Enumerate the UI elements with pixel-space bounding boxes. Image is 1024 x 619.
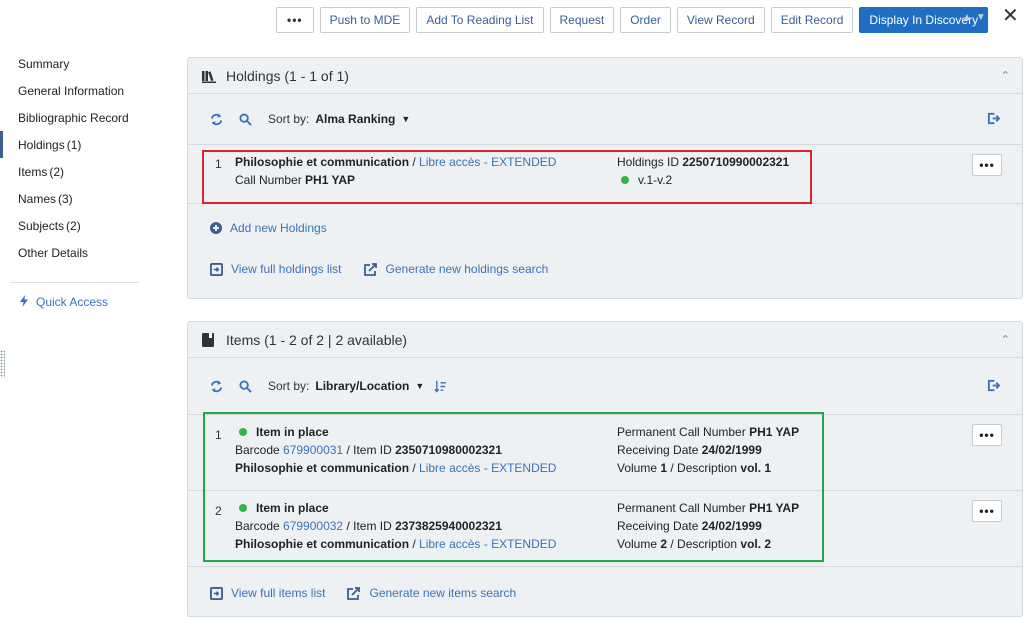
holdings-title: Holdings (1 - 1 of 1) — [226, 67, 349, 84]
sidebar-item-label: Other Details — [18, 245, 89, 260]
sidebar-item-label: Names — [18, 191, 57, 206]
sidebar-item-names[interactable]: Names (3) — [0, 185, 140, 212]
sort-order-icon[interactable] — [434, 380, 447, 393]
generate-items-search-link[interactable]: Generate new items search — [347, 586, 516, 600]
sidebar-item-items[interactable]: Items (2) — [0, 158, 140, 185]
search-icon[interactable] — [239, 379, 252, 393]
record-nav: ▲ ▼ — [962, 12, 986, 23]
quick-access-link[interactable]: Quick Access — [0, 293, 140, 311]
items-sortbar: Sort by: Library/Location ▼ — [188, 358, 1022, 414]
previous-record-icon[interactable]: ▲ — [962, 12, 972, 23]
export-icon[interactable] — [987, 379, 1001, 395]
add-new-holdings-link[interactable]: Add new Holdings — [210, 221, 327, 235]
view-record-button[interactable]: View Record — [676, 7, 765, 33]
sidebar-item-subjects[interactable]: Subjects (2) — [0, 212, 140, 239]
sidebar-item-holdings[interactable]: Holdings (1) — [0, 131, 140, 158]
collapse-icon[interactable]: ⌃ — [1001, 69, 1010, 82]
row-actions-button[interactable]: ••• — [972, 500, 1002, 522]
items-title: Items (1 - 2 of 2 | 2 available) — [226, 331, 408, 348]
library-books-icon — [202, 69, 216, 83]
view-full-items-link[interactable]: View full items list — [210, 586, 325, 600]
search-icon[interactable] — [239, 112, 252, 126]
sidebar-item-label: Holdings — [18, 137, 65, 152]
view-full-holdings-link[interactable]: View full holdings list — [210, 262, 342, 276]
generate-holdings-search-label: Generate new holdings search — [385, 262, 549, 276]
refresh-icon[interactable] — [210, 380, 223, 393]
sidebar-item-label: General Information — [18, 83, 125, 98]
edit-record-button[interactable]: Edit Record — [770, 7, 854, 33]
chevron-down-icon[interactable]: ▼ — [415, 381, 424, 391]
sidebar-item-label: Subjects — [18, 218, 65, 233]
items-footer: View full items list Generate new items … — [188, 566, 1022, 603]
items-header[interactable]: Items (1 - 2 of 2 | 2 available) ⌃ — [188, 322, 1022, 358]
holdings-footer: Add new Holdings View full holdings list… — [188, 203, 1022, 279]
add-new-holdings-label: Add new Holdings — [230, 221, 327, 235]
generate-holdings-search-link[interactable]: Generate new holdings search — [363, 262, 549, 276]
sidebar-item-label: Summary — [18, 56, 70, 71]
view-full-items-label: View full items list — [231, 586, 326, 600]
chevron-down-icon[interactable]: ▼ — [401, 114, 410, 124]
holdings-header[interactable]: Holdings (1 - 1 of 1) ⌃ — [188, 58, 1022, 94]
section-sidebar: Summary General Information Bibliographi… — [0, 50, 140, 311]
sidebar-item-bibliographic-record[interactable]: Bibliographic Record — [0, 104, 140, 131]
holdings-highlight-box — [202, 150, 812, 204]
collapse-icon[interactable]: ⌃ — [1001, 333, 1010, 346]
next-record-icon[interactable]: ▼ — [976, 12, 986, 23]
push-to-mde-button[interactable]: Push to MDE — [319, 7, 411, 33]
close-icon[interactable]: ✕ — [1002, 6, 1019, 26]
generate-items-search-label: Generate new items search — [369, 586, 517, 600]
share-icon — [363, 262, 377, 276]
open-panel-icon — [210, 262, 223, 276]
share-icon — [347, 586, 361, 600]
open-panel-icon — [210, 586, 223, 600]
request-button[interactable]: Request — [549, 7, 615, 33]
sidebar-item-label: Bibliographic Record — [18, 110, 129, 125]
view-full-holdings-label: View full holdings list — [231, 262, 342, 276]
sidebar-item-count: (2) — [66, 218, 81, 233]
resize-handle[interactable] — [0, 350, 5, 378]
sidebar-item-label: Items — [18, 164, 48, 179]
sort-label: Sort by: — [268, 379, 310, 393]
holdings-links-line: View full holdings list Generate new hol… — [188, 259, 1022, 279]
sidebar-item-other-details[interactable]: Other Details — [0, 239, 140, 266]
add-to-reading-list-button[interactable]: Add To Reading List — [416, 7, 544, 33]
row-actions-button[interactable]: ••• — [972, 424, 1002, 446]
holdings-sortbar: Sort by: Alma Ranking ▼ — [188, 94, 1022, 144]
sidebar-item-count: (1) — [66, 137, 82, 152]
sidebar-item-general-information[interactable]: General Information — [0, 77, 140, 104]
more-actions-button[interactable]: ••• — [276, 7, 314, 33]
lightning-icon — [20, 294, 28, 310]
record-toolbar: ••• Push to MDE Add To Reading List Requ… — [276, 7, 989, 33]
row-actions-button[interactable]: ••• — [972, 154, 1002, 176]
add-holdings-line: Add new Holdings — [188, 218, 1022, 238]
export-icon[interactable] — [987, 112, 1001, 128]
book-icon — [202, 332, 216, 347]
items-links-line: View full items list Generate new items … — [188, 583, 1022, 603]
items-highlight-box — [203, 412, 824, 562]
sidebar-item-summary[interactable]: Summary — [0, 50, 140, 77]
sidebar-item-count: (3) — [58, 191, 73, 206]
sort-dropdown[interactable]: Library/Location — [315, 379, 409, 393]
plus-circle-icon — [210, 222, 222, 234]
refresh-icon[interactable] — [210, 113, 223, 126]
quick-access-label: Quick Access — [36, 295, 109, 309]
sidebar-divider — [10, 282, 139, 283]
sidebar-item-count: (2) — [49, 164, 65, 179]
sort-label: Sort by: — [268, 112, 310, 126]
order-button[interactable]: Order — [620, 7, 671, 33]
sort-dropdown[interactable]: Alma Ranking — [315, 112, 395, 126]
